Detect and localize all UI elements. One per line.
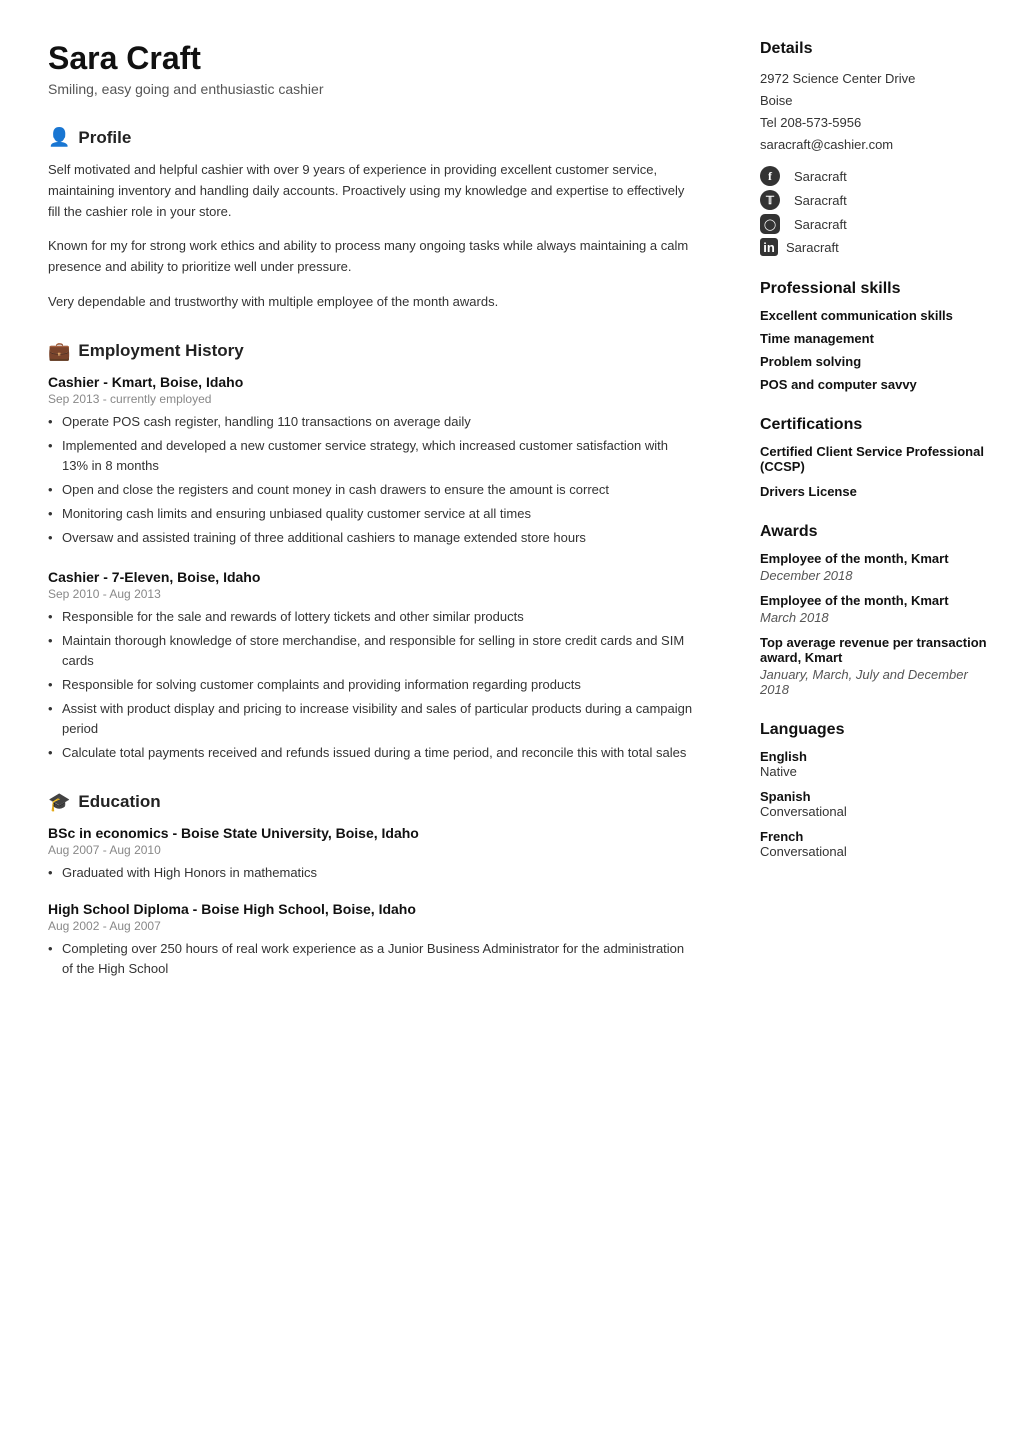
awards-section-title: Awards (760, 523, 1000, 541)
candidate-subtitle: Smiling, easy going and enthusiastic cas… (48, 81, 694, 97)
education-section: 🎓 Education BSc in economics - Boise Sta… (48, 792, 694, 979)
skill-1: Excellent communication skills (760, 308, 1000, 323)
job-2-title: Cashier - 7-Eleven, Boise, Idaho (48, 569, 694, 585)
lang-3-level: Conversational (760, 844, 1000, 859)
languages-section: Languages English Native Spanish Convers… (760, 721, 1000, 859)
job-1-bullets: Operate POS cash register, handling 110 … (48, 412, 694, 549)
profile-icon: 👤 (48, 127, 70, 148)
right-column: Details 2972 Science Center Drive Boise … (730, 0, 1030, 1452)
award-1-date: December 2018 (760, 568, 1000, 583)
awards-section: Awards Employee of the month, Kmart Dece… (760, 523, 1000, 697)
list-item: Open and close the registers and count m… (48, 480, 694, 500)
skill-3: Problem solving (760, 354, 1000, 369)
profile-para-2: Known for my for strong work ethics and … (48, 236, 694, 278)
lang-1-level: Native (760, 764, 1000, 779)
edu-1-bullets: Graduated with High Honors in mathematic… (48, 863, 694, 883)
list-item: Maintain thorough knowledge of store mer… (48, 631, 694, 671)
resume-page: Sara Craft Smiling, easy going and enthu… (0, 0, 1030, 1452)
lang-2: Spanish Conversational (760, 789, 1000, 819)
employment-icon: 💼 (48, 341, 70, 362)
cert-1: Certified Client Service Professional (C… (760, 444, 1000, 474)
list-item: Graduated with High Honors in mathematic… (48, 863, 694, 883)
cert-2: Drivers License (760, 484, 1000, 499)
detail-tel: Tel 208-573-5956 (760, 112, 1000, 134)
award-2: Employee of the month, Kmart March 2018 (760, 593, 1000, 625)
lang-3: French Conversational (760, 829, 1000, 859)
edu-2-date: Aug 2002 - Aug 2007 (48, 919, 694, 933)
social-linkedin: in Saracraft (760, 238, 1000, 256)
facebook-icon: f (760, 166, 780, 186)
list-item: Completing over 250 hours of real work e… (48, 939, 694, 979)
candidate-name: Sara Craft (48, 40, 694, 77)
education-section-title: 🎓 Education (48, 792, 694, 813)
twitter-icon: 𝕋 (760, 190, 780, 210)
detail-address: 2972 Science Center Drive (760, 68, 1000, 90)
lang-3-name: French (760, 829, 1000, 844)
job-2: Cashier - 7-Eleven, Boise, Idaho Sep 201… (48, 569, 694, 764)
award-1: Employee of the month, Kmart December 20… (760, 551, 1000, 583)
lang-2-level: Conversational (760, 804, 1000, 819)
education-icon: 🎓 (48, 792, 70, 813)
profile-section-title: 👤 Profile (48, 127, 694, 148)
social-instagram: ◯ Saracraft (760, 214, 1000, 234)
award-2-date: March 2018 (760, 610, 1000, 625)
profile-para-1: Self motivated and helpful cashier with … (48, 160, 694, 222)
list-item: Operate POS cash register, handling 110 … (48, 412, 694, 432)
edu-2-title: High School Diploma - Boise High School,… (48, 901, 694, 917)
job-2-bullets: Responsible for the sale and rewards of … (48, 607, 694, 764)
job-1: Cashier - Kmart, Boise, Idaho Sep 2013 -… (48, 374, 694, 549)
skills-section-title: Professional skills (760, 280, 1000, 298)
edu-2-bullets: Completing over 250 hours of real work e… (48, 939, 694, 979)
languages-section-title: Languages (760, 721, 1000, 739)
award-2-title: Employee of the month, Kmart (760, 593, 1000, 608)
award-3: Top average revenue per transaction awar… (760, 635, 1000, 697)
list-item: Calculate total payments received and re… (48, 743, 694, 763)
detail-city: Boise (760, 90, 1000, 112)
award-3-title: Top average revenue per transaction awar… (760, 635, 1000, 665)
edu-1: BSc in economics - Boise State Universit… (48, 825, 694, 883)
lang-1: English Native (760, 749, 1000, 779)
left-column: Sara Craft Smiling, easy going and enthu… (0, 0, 730, 1452)
profile-section: 👤 Profile Self motivated and helpful cas… (48, 127, 694, 313)
employment-section-title: 💼 Employment History (48, 341, 694, 362)
award-3-date: January, March, July and December 2018 (760, 667, 1000, 697)
job-1-date: Sep 2013 - currently employed (48, 392, 694, 406)
social-facebook: f Saracraft (760, 166, 1000, 186)
lang-2-name: Spanish (760, 789, 1000, 804)
linkedin-icon: in (760, 238, 778, 256)
edu-1-title: BSc in economics - Boise State Universit… (48, 825, 694, 841)
header: Sara Craft Smiling, easy going and enthu… (48, 40, 694, 97)
details-section: Details 2972 Science Center Drive Boise … (760, 40, 1000, 256)
award-1-title: Employee of the month, Kmart (760, 551, 1000, 566)
job-1-title: Cashier - Kmart, Boise, Idaho (48, 374, 694, 390)
list-item: Monitoring cash limits and ensuring unbi… (48, 504, 694, 524)
list-item: Oversaw and assisted training of three a… (48, 528, 694, 548)
skill-2: Time management (760, 331, 1000, 346)
social-twitter: 𝕋 Saracraft (760, 190, 1000, 210)
list-item: Implemented and developed a new customer… (48, 436, 694, 476)
profile-para-3: Very dependable and trustworthy with mul… (48, 292, 694, 313)
details-section-title: Details (760, 40, 1000, 58)
edu-1-date: Aug 2007 - Aug 2010 (48, 843, 694, 857)
lang-1-name: English (760, 749, 1000, 764)
certifications-section: Certifications Certified Client Service … (760, 416, 1000, 499)
skill-4: POS and computer savvy (760, 377, 1000, 392)
edu-2: High School Diploma - Boise High School,… (48, 901, 694, 979)
detail-email: saracraft@cashier.com (760, 134, 1000, 156)
socials: f Saracraft 𝕋 Saracraft ◯ Saracraft in S… (760, 166, 1000, 256)
instagram-icon: ◯ (760, 214, 780, 234)
list-item: Responsible for solving customer complai… (48, 675, 694, 695)
certifications-section-title: Certifications (760, 416, 1000, 434)
skills-section: Professional skills Excellent communicat… (760, 280, 1000, 392)
employment-section: 💼 Employment History Cashier - Kmart, Bo… (48, 341, 694, 764)
list-item: Assist with product display and pricing … (48, 699, 694, 739)
job-2-date: Sep 2010 - Aug 2013 (48, 587, 694, 601)
list-item: Responsible for the sale and rewards of … (48, 607, 694, 627)
